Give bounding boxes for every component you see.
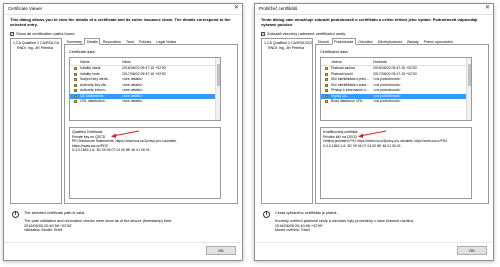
detail-line: Veřejná prohlášení PKI: https://www.ica.… bbox=[323, 139, 448, 143]
field-icon bbox=[74, 67, 77, 71]
field-value: <viz podrobnosti> bbox=[373, 99, 401, 103]
show-all-paths-label: Show all certification paths found bbox=[16, 31, 75, 36]
title-bar: Certificate Viewer ✕ bbox=[4, 4, 242, 15]
field-icon bbox=[74, 89, 77, 93]
field-name: Body distribuce CRL bbox=[331, 99, 363, 103]
intro-text: Tento dialog vám umožňuje zobrazit podro… bbox=[261, 17, 478, 27]
column-name[interactable]: Name bbox=[80, 60, 90, 64]
certificate-data-label: Certificate data: bbox=[69, 50, 96, 54]
detail-line: Private key on QSCD bbox=[72, 134, 106, 139]
validation-line: Model ověření: Shell bbox=[275, 228, 310, 233]
validation-line: Kontroly ověření platnosti cesty a odvol… bbox=[275, 218, 415, 223]
field-icon bbox=[74, 83, 77, 87]
field-value: <see details> bbox=[122, 99, 143, 103]
field-detail-box: Qualified Certificate Private key on QSC… bbox=[69, 127, 221, 199]
show-all-paths-checkbox[interactable]: Show all certification paths found bbox=[10, 31, 74, 36]
red-arrow-annotation-icon bbox=[358, 130, 387, 138]
show-all-paths-label: Zobrazit všechny nalezené certifikační c… bbox=[267, 31, 346, 36]
field-icon bbox=[325, 83, 328, 87]
field-icon bbox=[74, 94, 77, 98]
column-value[interactable]: Value bbox=[122, 60, 131, 64]
tree-item-subject[interactable]: RNDr. Ing. Jiří Peterka bbox=[268, 46, 304, 51]
field-icon bbox=[325, 94, 328, 98]
info-icon: i bbox=[12, 211, 19, 218]
detail-line: Kvalifikovaný certifikát bbox=[323, 130, 358, 134]
close-icon[interactable]: ✕ bbox=[485, 5, 490, 12]
tab-details[interactable]: Details bbox=[84, 38, 101, 45]
validation-status: i Cesta vybraného certifikátu je platná.… bbox=[261, 208, 491, 242]
detail-line: https://www.ica.cz/PDS bbox=[72, 143, 108, 148]
detail-line: Privátní klíč na QSCD bbox=[323, 134, 358, 139]
intro-text: This dialog allows you to view the detai… bbox=[10, 17, 231, 27]
scrollbar-thumb[interactable] bbox=[467, 64, 471, 86]
field-icon bbox=[74, 100, 77, 104]
list-item[interactable]: Body distribuce CRL <viz podrobnosti> bbox=[321, 99, 471, 105]
checkbox-icon[interactable] bbox=[261, 31, 265, 36]
validation-text: Cesta vybraného certifikátu je platná. K… bbox=[275, 211, 414, 233]
field-icon bbox=[325, 89, 328, 93]
tab-details[interactable]: Podrobnosti bbox=[331, 38, 356, 45]
title-bar: Prohlížeč certifikátů ✕ bbox=[255, 4, 493, 15]
checkbox-icon[interactable] bbox=[10, 31, 14, 36]
field-icon bbox=[74, 72, 77, 76]
detail-line: Qualified Certificate bbox=[72, 130, 103, 134]
list-scrollbar[interactable] bbox=[466, 58, 471, 120]
field-name: CRL distribution ... bbox=[80, 99, 109, 103]
field-icon bbox=[325, 72, 328, 76]
validation-text: The selected certificate path is valid. … bbox=[24, 211, 172, 233]
detail-line: 0.4.0.1862.1.6: 3D 09 06 07 04 00 8E 46 … bbox=[323, 143, 401, 148]
window-title: Prohlížeč certifikátů bbox=[259, 6, 298, 11]
field-icon bbox=[325, 78, 328, 82]
field-icon bbox=[325, 67, 328, 71]
ok-button[interactable]: OK bbox=[206, 246, 236, 255]
details-panel: Certifikační data: Jméno Hodnota Platnos… bbox=[315, 44, 489, 204]
divider bbox=[4, 242, 242, 243]
divider bbox=[255, 242, 493, 243]
validation-line: The path validation and revocation check… bbox=[24, 218, 173, 223]
column-value[interactable]: Hodnota bbox=[373, 60, 387, 64]
show-all-paths-checkbox[interactable]: Zobrazit všechny nalezené certifikační c… bbox=[261, 31, 345, 36]
certificate-tree: 1.CA Qualified 2 CA/RSA CA RNDr. Ing. Ji… bbox=[10, 38, 62, 204]
ok-button[interactable]: OK bbox=[457, 246, 487, 255]
tree-item-ca[interactable]: 1.CA Qualified 2 CA/RSA CA bbox=[13, 41, 59, 46]
certificate-viewer-window-en: Certificate Viewer ✕ This dialog allows … bbox=[3, 3, 243, 261]
certificate-tree: 1.CA Qualified 2 CA/RSA 02/2 RNDr. Ing. … bbox=[261, 38, 313, 204]
field-icon bbox=[325, 100, 328, 104]
list-header: Jméno Hodnota bbox=[321, 58, 471, 66]
list-header: Name Value bbox=[70, 58, 220, 66]
window-title: Certificate Viewer bbox=[8, 6, 43, 11]
list-scrollbar[interactable] bbox=[215, 58, 220, 120]
tree-item-subject[interactable]: RNDr. Ing. Jiří Peterka bbox=[17, 46, 53, 51]
list-item[interactable]: CRL distribution ... <see details> bbox=[70, 99, 220, 105]
close-icon[interactable]: ✕ bbox=[234, 5, 239, 12]
detail-line: PKI Disclosure Statements: https://www.i… bbox=[72, 139, 178, 143]
detail-line: 0.4.0.1862.1.6: 3D 09 06 07 04 00 8E 46 … bbox=[72, 148, 150, 152]
scrollbar-thumb[interactable] bbox=[216, 64, 220, 86]
tree-item-ca[interactable]: 1.CA Qualified 2 CA/RSA 02/2 bbox=[264, 41, 312, 46]
info-icon: i bbox=[263, 211, 270, 218]
certificate-fields-list[interactable]: Jméno Hodnota Platnost začíná 2016/06/02 … bbox=[320, 57, 472, 121]
certificate-viewer-window-cz: Prohlížeč certifikátů ✕ Tento dialog vám… bbox=[254, 3, 494, 261]
red-arrow-annotation-icon bbox=[111, 130, 140, 138]
certificate-fields-list[interactable]: Name Value Validity starts 2016/06/02 09:… bbox=[69, 57, 221, 121]
certificate-data-label: Certifikační data: bbox=[320, 50, 349, 54]
field-icon bbox=[74, 78, 77, 82]
details-panel: Certificate data: Name Value Validity st… bbox=[64, 44, 238, 204]
field-detail-box: Kvalifikovaný certifikát Privátní klíč n… bbox=[320, 127, 472, 199]
validation-line: Validation Model: Shell bbox=[24, 228, 63, 233]
column-name[interactable]: Jméno bbox=[331, 60, 342, 64]
validation-status: i The selected certificate path is valid… bbox=[10, 208, 240, 242]
